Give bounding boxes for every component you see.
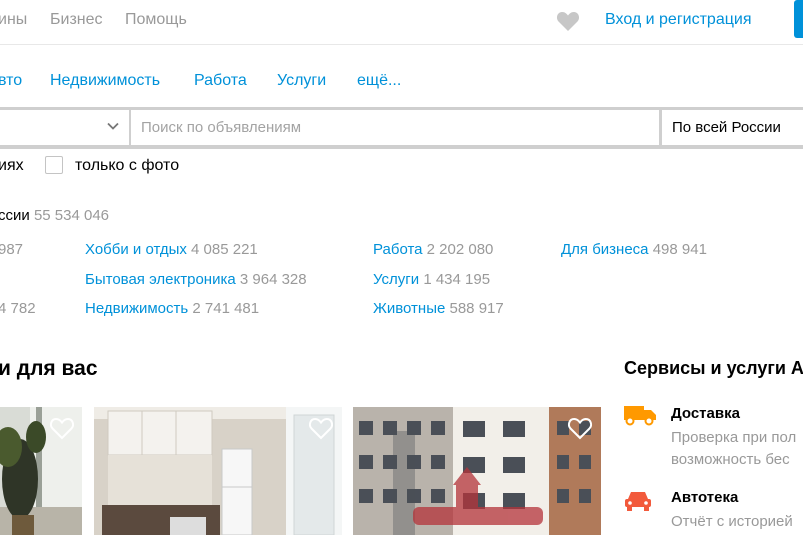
stat-label: Животные [373,300,446,317]
service-delivery-desc-2: возможность бес [671,451,790,468]
stat-count: 498 941 [652,241,707,258]
service-autoteka-title[interactable]: Автотека [671,489,738,506]
car-icon [625,492,651,511]
favorite-heart-icon[interactable] [567,416,593,440]
favorites-heart-icon[interactable] [556,10,580,32]
stat-total-count: 55 534 046 [33,207,110,224]
stat-count: 4 085 221 [191,241,258,258]
region-select[interactable]: По всей России [662,110,803,145]
listing-photo-3[interactable] [353,407,601,535]
chevron-down-icon[interactable] [106,119,120,133]
stat-label: Бытовая электроника [85,271,236,288]
stat-jobs[interactable]: Работа 2 202 080 [373,241,493,258]
stat-count: 2 202 080 [426,241,494,258]
stat-total-label: ссии [0,207,30,224]
favorite-heart-icon[interactable] [308,416,334,440]
stat-count: 2 741 481 [192,300,260,317]
services-title: Сервисы и услуги А [624,358,803,378]
stat-count: 3 964 328 [239,271,307,288]
stat-services[interactable]: Услуги 1 434 195 [373,271,490,288]
stat-realty[interactable]: Недвижимость 2 741 481 [85,300,259,317]
top-link-business[interactable]: Бизнес [50,11,103,29]
nav-item-auto[interactable]: вто [0,72,22,90]
stat-animals[interactable]: Животные 588 917 [373,300,504,317]
stat-col0-count-0: 987 [0,241,24,258]
truck-icon [624,406,656,426]
top-bar: ины Бизнес Помощь Вход и регистрация [0,0,803,45]
favorite-heart-icon[interactable] [49,416,75,440]
stat-business[interactable]: Для бизнеса 498 941 [561,241,707,258]
filter-partial-label: иях [0,157,24,174]
service-autoteka-desc-1: Отчёт с историей [671,513,793,530]
post-ad-button[interactable] [794,0,803,38]
listing-photo-2[interactable] [94,407,342,535]
recommendations-title: и для вас [0,357,98,380]
service-delivery-desc-1: Проверка при пол [671,429,797,446]
photo-only-label[interactable]: только с фото [75,157,179,175]
nav-item-realty[interactable]: Недвижимость [50,72,160,90]
stat-count: 1 434 195 [423,271,491,288]
service-delivery-title[interactable]: Доставка [671,405,740,422]
stat-col0-count-1: 4 782 [0,300,36,317]
stat-label: Недвижимость [85,300,189,317]
stat-label: Для бизнеса [561,241,649,258]
stat-count: 588 917 [449,300,504,317]
nav-item-services[interactable]: Услуги [277,72,326,90]
login-register-link[interactable]: Вход и регистрация [605,11,751,29]
top-link-shops[interactable]: ины [0,11,27,29]
stat-label: Работа [373,241,423,258]
stat-total[interactable]: ссии 55 534 046 [0,207,109,224]
stat-label: Услуги [373,271,420,288]
stat-electronics[interactable]: Бытовая электроника 3 964 328 [85,271,307,288]
nav-item-jobs[interactable]: Работа [194,72,247,90]
top-link-help[interactable]: Помощь [125,11,187,29]
stat-hobby[interactable]: Хобби и отдых 4 085 221 [85,241,258,258]
nav-item-more[interactable]: ещё... [357,72,401,90]
stat-label: Хобби и отдых [85,241,187,258]
search-input[interactable] [131,110,659,145]
photo-only-checkbox[interactable] [45,156,63,174]
